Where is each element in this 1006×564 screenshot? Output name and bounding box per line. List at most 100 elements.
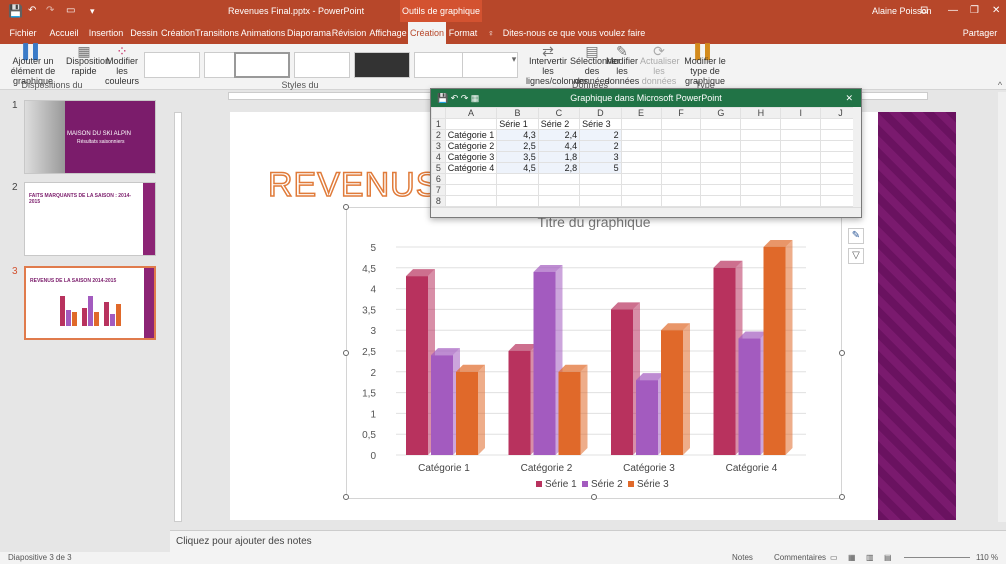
excel-cell[interactable] — [444, 173, 498, 185]
excel-cell[interactable] — [660, 184, 702, 196]
tab-animations[interactable]: Animations — [238, 22, 288, 44]
excel-cell[interactable] — [620, 129, 662, 141]
excel-cell[interactable] — [620, 140, 662, 152]
tell-me-box[interactable]: Dites-nous ce que vous voulez faire — [494, 22, 654, 44]
excel-cell[interactable] — [700, 195, 742, 207]
zoom-slider[interactable] — [904, 557, 970, 558]
excel-cell[interactable] — [700, 162, 742, 174]
excel-cell[interactable] — [620, 195, 662, 207]
excel-cell[interactable]: Catégorie 4 — [444, 162, 498, 174]
change-colors-button[interactable]: ⁘ Modifier les couleurs — [104, 44, 140, 86]
excel-cell[interactable] — [780, 129, 822, 141]
chart[interactable]: Titre du graphique 00,511,522,533,544,55… — [346, 207, 842, 499]
tab-format[interactable]: Format — [448, 22, 478, 44]
save-icon[interactable]: 💾 — [8, 0, 23, 22]
excel-cell[interactable] — [740, 118, 782, 130]
excel-cell[interactable] — [660, 162, 702, 174]
excel-cell[interactable] — [780, 151, 822, 163]
excel-cell[interactable] — [780, 184, 822, 196]
excel-cell[interactable]: Série 2 — [537, 118, 581, 130]
excel-cell[interactable] — [700, 140, 742, 152]
excel-cell[interactable] — [537, 184, 581, 196]
excel-cell[interactable] — [740, 140, 782, 152]
slideshow-icon[interactable]: ▤ — [884, 552, 892, 564]
excel-vertical-scrollbar[interactable] — [853, 107, 861, 207]
chart-handle-tl[interactable] — [343, 204, 349, 210]
excel-close-icon[interactable]: ✕ — [845, 89, 853, 107]
excel-cell[interactable] — [579, 184, 622, 196]
excel-cell[interactable] — [780, 195, 822, 207]
excel-cell[interactable]: 1,8 — [537, 151, 581, 163]
chart-handle-l[interactable] — [343, 350, 349, 356]
ribbon-display-icon[interactable]: ⊡ — [920, 0, 928, 22]
tab-chart-creation[interactable]: Création — [408, 22, 446, 44]
normal-view-icon[interactable]: ▭ — [830, 552, 838, 564]
excel-cell[interactable] — [740, 195, 782, 207]
reading-view-icon[interactable]: ▥ — [866, 552, 874, 564]
redo-icon[interactable]: ↷ — [46, 0, 54, 22]
slide-sorter-icon[interactable]: ▦ — [848, 552, 856, 564]
excel-cell[interactable] — [620, 184, 662, 196]
tab-insertion[interactable]: Insertion — [86, 22, 126, 44]
excel-cell[interactable]: Série 1 — [496, 118, 539, 130]
maximize-icon[interactable]: ❐ — [970, 0, 979, 22]
excel-cell[interactable] — [780, 173, 822, 185]
style-gallery-more-icon[interactable]: ▾ — [510, 54, 518, 64]
excel-cell[interactable]: 2 — [579, 129, 622, 141]
undo-icon[interactable]: ↶ — [28, 0, 36, 22]
chart-style-5[interactable] — [354, 52, 410, 78]
excel-cell[interactable] — [620, 162, 662, 174]
share-button[interactable]: Partager — [958, 22, 1002, 44]
notes-toggle[interactable]: Notes — [732, 552, 753, 564]
excel-row-header[interactable]: 6 — [431, 173, 446, 185]
excel-cell[interactable] — [496, 195, 539, 207]
chart-data-window[interactable]: 💾 ↶ ↷ ▦ Graphique dans Microsoft PowerPo… — [430, 88, 862, 218]
excel-cell[interactable] — [660, 173, 702, 185]
excel-col-header[interactable]: H — [740, 107, 782, 119]
excel-cell[interactable] — [780, 118, 822, 130]
excel-save-icon[interactable]: 💾 ↶ ↷ ▦ — [437, 89, 479, 107]
excel-cell[interactable] — [740, 151, 782, 163]
excel-row-header[interactable]: 4 — [431, 151, 446, 163]
excel-cell[interactable]: Catégorie 2 — [444, 140, 498, 152]
excel-cell[interactable] — [496, 173, 539, 185]
excel-cell[interactable]: 4,3 — [496, 129, 539, 141]
chart-handle-r[interactable] — [839, 350, 845, 356]
excel-row-header[interactable]: 2 — [431, 129, 446, 141]
excel-col-header[interactable]: I — [780, 107, 822, 119]
chart-style-3[interactable] — [234, 52, 290, 78]
excel-cell[interactable] — [537, 195, 581, 207]
tab-transitions[interactable]: Transitions — [192, 22, 242, 44]
excel-cell[interactable]: 5 — [579, 162, 622, 174]
excel-row-header[interactable]: 1 — [431, 118, 446, 130]
excel-col-header[interactable]: F — [660, 107, 702, 119]
tab-accueil[interactable]: Accueil — [44, 22, 84, 44]
excel-row-header[interactable]: 3 — [431, 140, 446, 152]
excel-grid[interactable]: A B C D E F G H I J 1 Série 1 Série 2 Série 3 2 Catégor… — [431, 107, 861, 207]
minimize-icon[interactable]: — — [948, 0, 958, 22]
slide-thumbnail-1[interactable]: MAISON DU SKI ALPIN Résultats saisonnier… — [24, 100, 156, 174]
tab-diaporama[interactable]: Diaporama — [286, 22, 332, 44]
excel-col-header[interactable]: G — [700, 107, 742, 119]
slide-thumbnail-3[interactable]: REVENUS DE LA SAISON 2014-2015 — [24, 266, 156, 340]
excel-cell[interactable] — [780, 162, 822, 174]
excel-cell[interactable]: Catégorie 1 — [444, 129, 498, 141]
excel-cell[interactable] — [620, 173, 662, 185]
excel-cell[interactable] — [700, 151, 742, 163]
chart-filter-icon[interactable]: ▽ — [848, 248, 864, 264]
excel-col-header[interactable]: A — [444, 107, 498, 119]
comments-toggle[interactable]: Commentaires — [774, 552, 826, 564]
tab-affichage[interactable]: Affichage — [368, 22, 408, 44]
excel-cell[interactable]: Catégorie 3 — [444, 151, 498, 163]
excel-cell[interactable] — [496, 184, 539, 196]
excel-cell[interactable] — [579, 173, 622, 185]
excel-cell[interactable]: Série 3 — [579, 118, 622, 130]
zoom-level[interactable]: 110 % — [976, 552, 998, 564]
tab-dessin[interactable]: Dessin — [128, 22, 160, 44]
excel-col-header[interactable] — [431, 107, 446, 119]
excel-cell[interactable]: 3,5 — [496, 151, 539, 163]
excel-cell[interactable]: 4,4 — [537, 140, 581, 152]
excel-cell[interactable] — [700, 118, 742, 130]
vertical-scrollbar[interactable] — [998, 92, 1006, 522]
excel-cell[interactable]: 2 — [579, 140, 622, 152]
